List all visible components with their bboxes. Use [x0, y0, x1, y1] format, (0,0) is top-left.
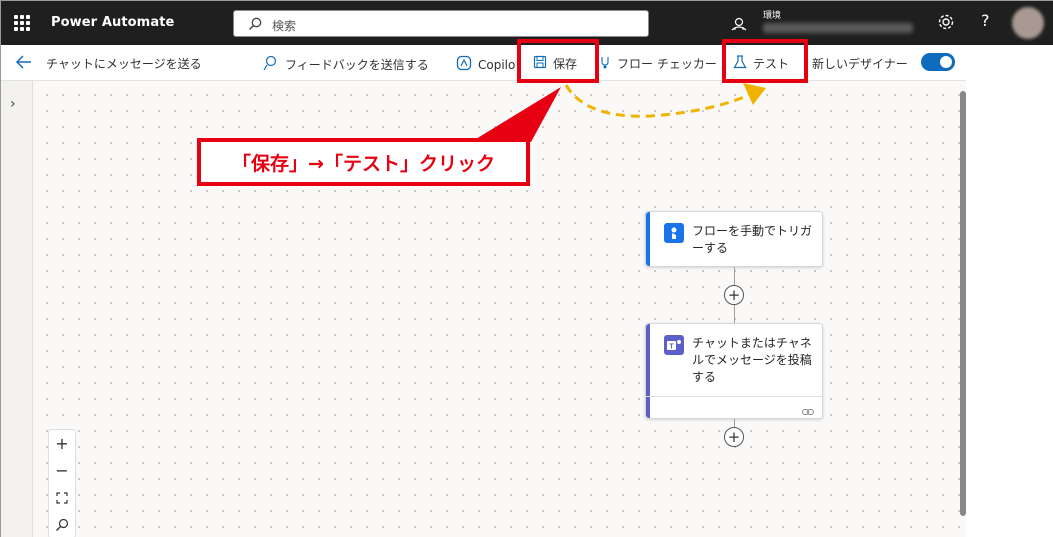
instruction-callout: 「保存」→「テスト」クリック [197, 138, 530, 186]
annotation-arrows [471, 83, 766, 142]
callout-pointer [471, 87, 561, 142]
dashed-arrow-path [564, 84, 754, 118]
arrowhead-icon [743, 83, 766, 105]
